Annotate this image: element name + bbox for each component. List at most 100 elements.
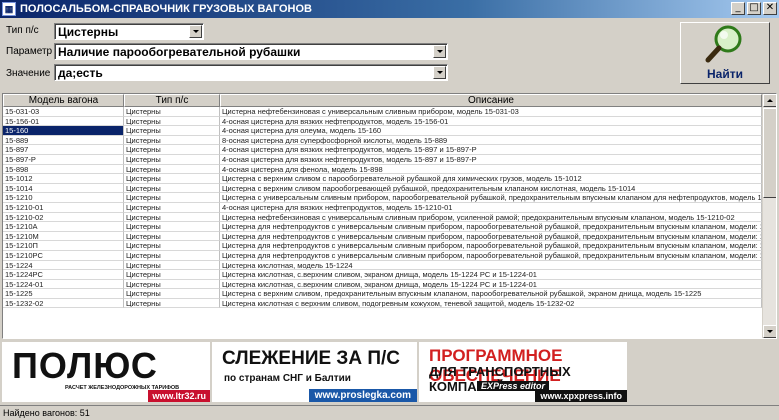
cell-type[interactable]: Цистерны bbox=[124, 260, 220, 271]
cell-description[interactable]: 4-осная цистерна для олеума, модель 15-1… bbox=[220, 126, 762, 136]
cell-model[interactable]: 15-1224 bbox=[3, 260, 124, 271]
cell-model[interactable]: 15-1014 bbox=[3, 183, 124, 194]
cell-type[interactable]: Цистерны bbox=[124, 222, 220, 232]
table-row[interactable]: 15-897 Цистерны 4-осная цистерна для вязки… bbox=[3, 145, 776, 155]
table-row[interactable]: 15-1225 Цистерны Цистерна с верхним сливом… bbox=[3, 289, 776, 299]
cell-description[interactable]: 4-осная цистерна для вязких нефтепродукт… bbox=[220, 116, 762, 127]
cell-model[interactable]: 15-1210-01 bbox=[3, 202, 124, 213]
cell-type[interactable]: Цистерны bbox=[124, 202, 220, 213]
column-header-description[interactable]: Описание bbox=[220, 94, 762, 107]
cell-description[interactable]: Цистерна кислотная, модель 15-1224 bbox=[220, 260, 762, 271]
cell-type[interactable]: Цистерны bbox=[124, 164, 220, 175]
tracking-banner[interactable]: СЛЕЖЕНИЕ ЗА П/С по странам СНГ и Балтии … bbox=[212, 342, 417, 402]
cell-model[interactable]: 15-1225 bbox=[3, 289, 124, 299]
software-banner[interactable]: ПРОГРАММНОЕ ОБЕСПЕЧЕНИЕ ДЛЯ ТРАНСПОРТНЫХ… bbox=[419, 342, 627, 402]
table-row[interactable]: 15-1210М Цистерны Цистерна для нефтепродук… bbox=[3, 231, 776, 242]
type-select[interactable]: Цистерны bbox=[54, 23, 204, 40]
cell-type[interactable]: Цистерны bbox=[124, 116, 220, 127]
cell-description[interactable]: Цистерна нефтебензиновая с универсальным… bbox=[220, 212, 762, 223]
cell-type[interactable]: Цистерны bbox=[124, 231, 220, 242]
table-row[interactable]: 15-1210 Цистерны Цистерна с универсальным … bbox=[3, 193, 776, 203]
table-row[interactable]: 15-1224-01 Цистерны Цистерна кислотная, с.… bbox=[3, 279, 776, 290]
cell-description[interactable]: 4-осная цистерна для фенола, модель 15-8… bbox=[220, 164, 762, 175]
cell-type[interactable]: Цистерны bbox=[124, 126, 220, 136]
cell-description[interactable]: Цистерна для нефтепродуктов с универсаль… bbox=[220, 231, 762, 242]
cell-description[interactable]: Цистерна кислотная с верхним сливом, под… bbox=[220, 298, 762, 309]
cell-type[interactable]: Цистерны bbox=[124, 250, 220, 261]
cell-description[interactable]: Цистерна с верхним сливом парообогревающ… bbox=[220, 183, 762, 194]
cell-type[interactable]: Цистерны bbox=[124, 154, 220, 165]
cell-description[interactable]: Цистерна нефтебензиновая с универсальным… bbox=[220, 107, 762, 117]
cell-description[interactable]: Цистерна для нефтепродуктов с универсаль… bbox=[220, 222, 762, 232]
cell-model[interactable]: 15-897 bbox=[3, 145, 124, 155]
polus-link[interactable]: www.ltr32.ru bbox=[148, 390, 210, 402]
cell-model[interactable]: 15-898 bbox=[3, 164, 124, 175]
cell-description[interactable]: 8-осная цистерна для суперфосфорной кисл… bbox=[220, 135, 762, 146]
cell-model[interactable]: 15-1210-02 bbox=[3, 212, 124, 223]
minimize-button[interactable]: _ bbox=[731, 2, 745, 15]
cell-description[interactable]: Цистерна кислотная, с.верхним сливом, эк… bbox=[220, 279, 762, 290]
table-row[interactable]: 15-897-Р Цистерны 4-осная цистерна для вяз… bbox=[3, 154, 776, 165]
cell-type[interactable]: Цистерны bbox=[124, 183, 220, 194]
find-button[interactable]: Найти bbox=[680, 22, 770, 84]
cell-type[interactable]: Цистерны bbox=[124, 289, 220, 299]
value-select[interactable]: да;есть bbox=[54, 64, 448, 81]
column-header-type[interactable]: Тип п/с bbox=[124, 94, 220, 107]
table-row[interactable]: 15-1210П Цистерны Цистерна для нефтепродук… bbox=[3, 241, 776, 251]
cell-description[interactable]: Цистерна с верхним сливом с парообогрева… bbox=[220, 174, 762, 184]
table-row[interactable]: 15-1232-02 Цистерны Цистерна кислотная с в… bbox=[3, 298, 776, 309]
param-select[interactable]: Наличие парообогревательной рубашки bbox=[54, 43, 448, 60]
cell-description[interactable]: Цистерна с верхним сливом, предохранител… bbox=[220, 289, 762, 299]
polus-banner[interactable]: ПОЛЮС РАСЧЕТ ЖЕЛЕЗНОДОРОЖНЫХ ТАРИФОВ www… bbox=[2, 342, 210, 402]
scroll-down-button[interactable] bbox=[763, 325, 776, 338]
software-link[interactable]: www.xpxpress.info bbox=[535, 390, 627, 402]
chevron-down-icon[interactable] bbox=[433, 66, 446, 79]
cell-description[interactable]: 4-осная цистерна для вязких нефтепродукт… bbox=[220, 145, 762, 155]
scroll-thumb[interactable] bbox=[763, 108, 776, 198]
column-header-model[interactable]: Модель вагона bbox=[3, 94, 124, 107]
tracking-link[interactable]: www.proslegka.com bbox=[308, 389, 417, 402]
table-row[interactable]: 15-1224РС Цистерны Цистерна кислотная, с.в… bbox=[3, 270, 776, 280]
cell-type[interactable]: Цистерны bbox=[124, 279, 220, 290]
chevron-down-icon[interactable] bbox=[189, 25, 202, 38]
table-row[interactable]: 15-1012 Цистерны Цистерна с верхним сливом… bbox=[3, 174, 776, 184]
vertical-scrollbar[interactable] bbox=[762, 94, 776, 338]
cell-model[interactable]: 15-1210А bbox=[3, 222, 124, 232]
cell-type[interactable]: Цистерны bbox=[124, 174, 220, 184]
table-row[interactable]: 15-898 Цистерны 4-осная цистерна для фенол… bbox=[3, 164, 776, 175]
table-row[interactable]: 15-1210-01 Цистерны 4-осная цистерна для в… bbox=[3, 202, 776, 213]
cell-type[interactable]: Цистерны bbox=[124, 298, 220, 309]
cell-model[interactable]: 15-889 bbox=[3, 135, 124, 146]
cell-model[interactable]: 15-1210М bbox=[3, 231, 124, 242]
table-row[interactable]: 15-1210А Цистерны Цистерна для нефтепродук… bbox=[3, 222, 776, 232]
cell-model[interactable]: 15-156-01 bbox=[3, 116, 124, 127]
cell-model[interactable]: 15-1224РС bbox=[3, 270, 124, 280]
cell-model[interactable]: 15-160 bbox=[3, 126, 124, 136]
cell-type[interactable]: Цистерны bbox=[124, 212, 220, 223]
cell-model[interactable]: 15-1012 bbox=[3, 174, 124, 184]
cell-type[interactable]: Цистерны bbox=[124, 193, 220, 203]
cell-model[interactable]: 15-1210П bbox=[3, 241, 124, 251]
cell-description[interactable]: Цистерна для нефтепродуктов с универсаль… bbox=[220, 241, 762, 251]
table-row[interactable]: 15-1224 Цистерны Цистерна кислотная, модел… bbox=[3, 260, 776, 271]
cell-type[interactable]: Цистерны bbox=[124, 241, 220, 251]
scroll-up-button[interactable] bbox=[763, 94, 776, 107]
cell-description[interactable]: Цистерна для нефтепродуктов с универсаль… bbox=[220, 250, 762, 261]
cell-model[interactable]: 15-1210РС bbox=[3, 250, 124, 261]
cell-type[interactable]: Цистерны bbox=[124, 270, 220, 280]
table-row[interactable]: 15-889 Цистерны 8-осная цистерна для супер… bbox=[3, 135, 776, 146]
cell-model[interactable]: 15-1224-01 bbox=[3, 279, 124, 290]
cell-type[interactable]: Цистерны bbox=[124, 145, 220, 155]
table-row[interactable]: 15-160 Цистерны 4-осная цистерна для олеум… bbox=[3, 126, 776, 136]
close-button[interactable]: ✕ bbox=[763, 2, 777, 15]
table-row[interactable]: 15-1014 Цистерны Цистерна с верхним сливом… bbox=[3, 183, 776, 194]
cell-model[interactable]: 15-897-Р bbox=[3, 154, 124, 165]
cell-type[interactable]: Цистерны bbox=[124, 107, 220, 117]
table-row[interactable]: 15-031-03 Цистерны Цистерна нефтебензинова… bbox=[3, 107, 776, 117]
cell-model[interactable]: 15-031-03 bbox=[3, 107, 124, 117]
maximize-button[interactable]: □ bbox=[747, 2, 761, 15]
table-row[interactable]: 15-156-01 Цистерны 4-осная цистерна для вя… bbox=[3, 116, 776, 127]
cell-model[interactable]: 15-1210 bbox=[3, 193, 124, 203]
chevron-down-icon[interactable] bbox=[433, 45, 446, 58]
table-row[interactable]: 15-1210-02 Цистерны Цистерна нефтебензинов… bbox=[3, 212, 776, 223]
